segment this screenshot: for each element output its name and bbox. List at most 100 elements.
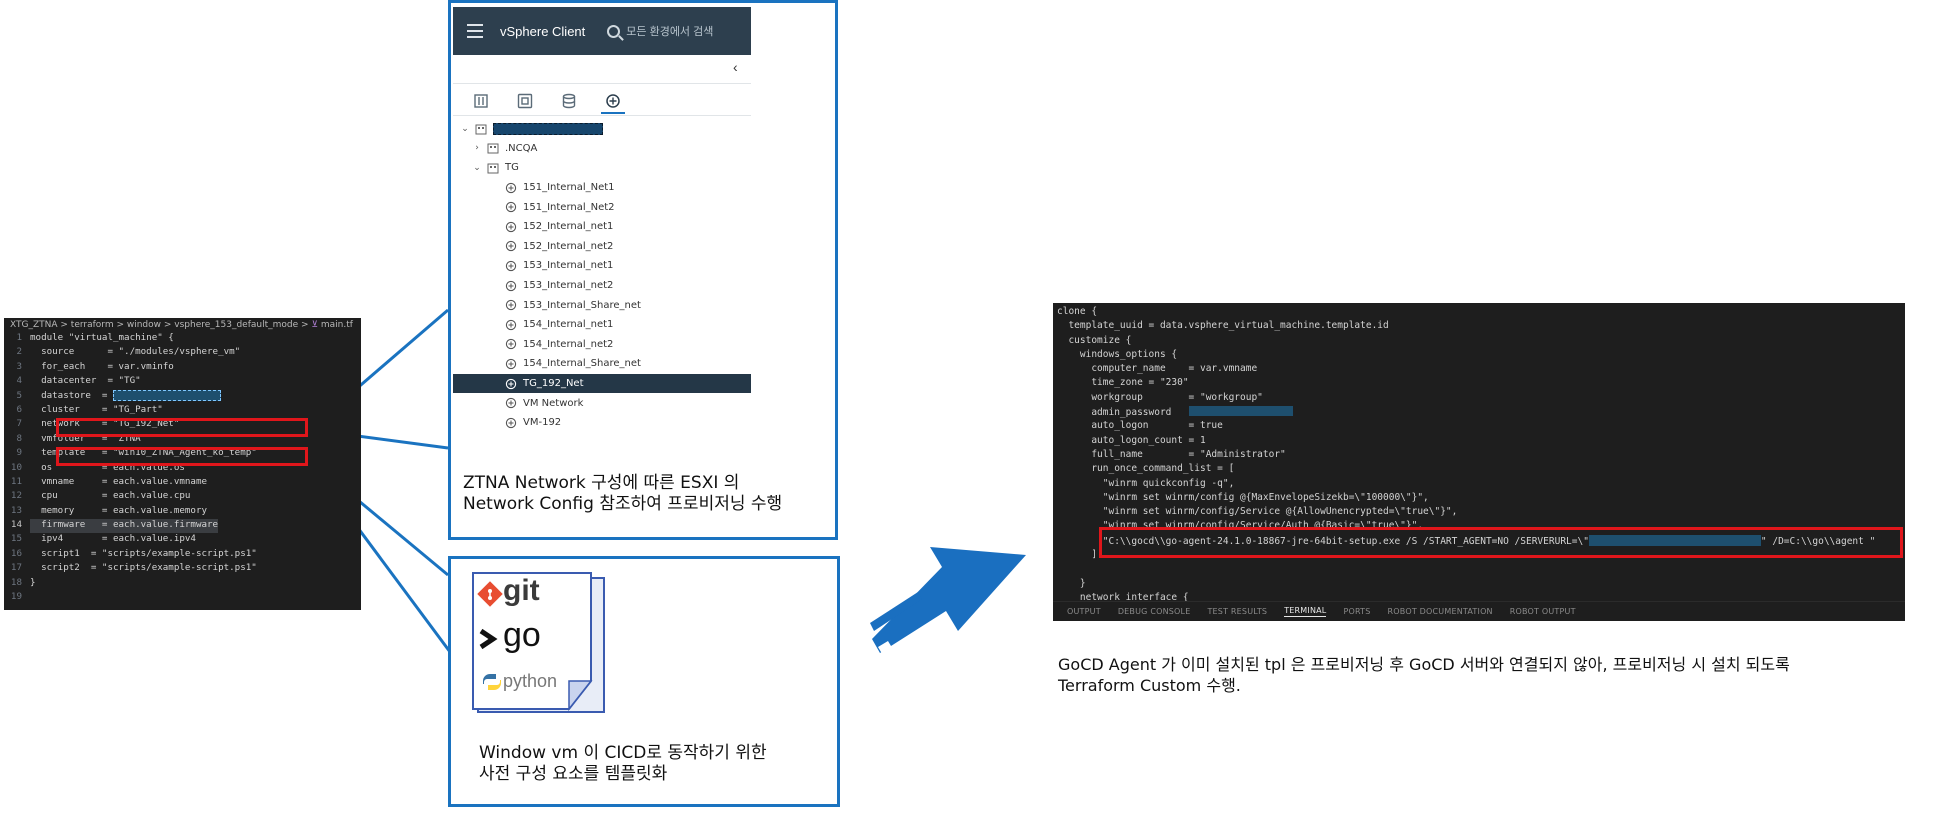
panel-tab-robot-output[interactable]: ROBOT OUTPUT	[1510, 607, 1576, 616]
tree-root-datacenter[interactable]: ⌄	[453, 119, 751, 139]
code-line[interactable]: 12 cpu = each.value.cpu	[4, 490, 361, 504]
network-icon	[505, 201, 517, 213]
vsphere-title: vSphere Client	[500, 23, 586, 39]
tree-item-label: 152_Internal_net1	[523, 221, 614, 233]
tab-hosts-clusters[interactable]	[459, 89, 503, 113]
code-line[interactable]: windows_options {	[1057, 349, 1875, 363]
tree-item-vm-network[interactable]: VM Network	[453, 393, 751, 413]
panel-tab-robot-documentation[interactable]: ROBOT DOCUMENTATION	[1388, 607, 1493, 616]
editor-code-lines[interactable]: 1 module "virtual_machine" {2 source = ".…	[4, 332, 361, 605]
folder-icon	[487, 142, 499, 154]
code-line[interactable]: 16 script1 = "scripts/example-script.ps1…	[4, 548, 361, 562]
code-line[interactable]: 11 vmname = each.value.vmname	[4, 476, 361, 490]
breadcrumb-path[interactable]: XTG_ZTNA > terraform > window > vsphere_…	[10, 320, 311, 330]
tree-item-151-internal-net2[interactable]: 151_Internal_Net2	[453, 197, 751, 217]
redacted-datacenter-name	[493, 122, 603, 135]
tab-vms-templates[interactable]	[503, 89, 547, 113]
tab-storage[interactable]	[547, 89, 591, 113]
tree-item-153-internal-net2[interactable]: 153_Internal_net2	[453, 276, 751, 296]
code-line[interactable]: run_once_command_list = [	[1057, 463, 1875, 477]
code-line[interactable]: computer_name = var.vmname	[1057, 363, 1875, 377]
code-line[interactable]: 9 template = "win10_ZTNA_Agent_ko_temp"	[4, 447, 361, 461]
code-line[interactable]: 3 for_each = var.vminfo	[4, 361, 361, 375]
expand-chevron-icon[interactable]: ⌄	[459, 124, 471, 134]
panel-tab-bar: OUTPUT DEBUG CONSOLE TEST RESULTS TERMINAL P…	[1053, 601, 1905, 621]
tree-item-label: 151_Internal_Net1	[523, 182, 615, 194]
network-icon	[505, 417, 517, 429]
code-line[interactable]: 18}	[4, 577, 361, 591]
line-text: datastore =	[30, 389, 113, 401]
code-line[interactable]: 4 datacenter = "TG"	[4, 375, 361, 389]
line-number: 16	[10, 547, 22, 559]
code-line[interactable]: 15 ipv4 = each.value.ipv4	[4, 533, 361, 547]
code-line[interactable]: 2 source = "./modules/vsphere_vm"	[4, 346, 361, 360]
code-line[interactable]: admin_password	[1057, 406, 1875, 420]
code-line[interactable]: 5 datastore =	[4, 389, 361, 404]
code-line[interactable]: 6 cluster = "TG_Part"	[4, 404, 361, 418]
line-text: auto_logon_count = 1	[1057, 434, 1206, 446]
hamburger-menu-icon[interactable]	[467, 24, 483, 38]
breadcrumb-file[interactable]: main.tf	[321, 320, 353, 330]
code-line[interactable]: 14 firmware = each.value.firmware	[4, 519, 361, 534]
line-text: memory = each.value.memory	[30, 504, 208, 516]
tree-item-151-internal-net1[interactable]: 151_Internal_Net1	[453, 178, 751, 198]
code-line[interactable]: template_uuid = data.vsphere_virtual_mac…	[1057, 320, 1875, 334]
line-number: 1	[16, 332, 22, 343]
code-line[interactable]: 8 vmfolder = "ZTNA"	[4, 433, 361, 447]
code-line[interactable]: }	[1057, 578, 1875, 592]
code-line[interactable]: time_zone = "230"	[1057, 377, 1875, 391]
collapse-panel-button[interactable]: ‹	[733, 59, 738, 75]
vsphere-search[interactable]: 모든 환경에서 검색	[607, 23, 713, 39]
tree-item-154-internal-net2[interactable]: 154_Internal_net2	[453, 335, 751, 355]
code-line[interactable]: clone {	[1057, 306, 1875, 320]
line-text: network = "TG_192_Net"	[30, 418, 180, 430]
code-line[interactable]: "winrm set winrm/config @{MaxEnvelopeSiz…	[1057, 492, 1875, 506]
code-line[interactable]: 10 os = each.value.os	[4, 462, 361, 476]
tree-item-154-internal-share-net[interactable]: 154_Internal_Share_net	[453, 354, 751, 374]
tree-item-tg[interactable]: ⌄ TG	[453, 158, 751, 178]
tree-item-154-internal-net1[interactable]: 154_Internal_net1	[453, 315, 751, 335]
line-number: 4	[16, 375, 22, 387]
line-text: cluster = "TG_Part"	[30, 403, 163, 415]
tree-item-152-internal-net2[interactable]: 152_Internal_net2	[453, 237, 751, 257]
line-text: cpu = each.value.cpu	[30, 490, 191, 502]
panel-tab-test-results[interactable]: TEST RESULTS	[1207, 607, 1267, 616]
tree-item--ncqa[interactable]: › .NCQA	[453, 139, 751, 159]
tree-item-tg-192-net[interactable]: TG_192_Net	[453, 373, 751, 394]
tree-item-153-internal-net1[interactable]: 153_Internal_net1	[453, 256, 751, 276]
code-line[interactable]: "winrm set winrm/config/Service @{AllowU…	[1057, 506, 1875, 520]
line-text: ]	[1057, 549, 1098, 561]
vsphere-caption-line1: ZTNA Network 구성에 따른 ESXI 의	[463, 473, 740, 493]
code-line[interactable]	[1057, 563, 1875, 577]
tree-item-vm-192[interactable]: VM-192	[453, 413, 751, 433]
code-line[interactable]: 1 module "virtual_machine" {	[4, 332, 361, 346]
code-line[interactable]: workgroup = "workgroup"	[1057, 392, 1875, 406]
expand-chevron-icon[interactable]: ⌄	[471, 163, 483, 173]
header-divider	[453, 83, 751, 84]
line-text: script1 = "scripts/example-script.ps1"	[30, 547, 257, 559]
panel-tab-debug-console[interactable]: DEBUG CONSOLE	[1118, 607, 1191, 616]
tree-item-152-internal-net1[interactable]: 152_Internal_net1	[453, 217, 751, 237]
code-line[interactable]: auto_logon = true	[1057, 420, 1875, 434]
code-line[interactable]: 7 network = "TG_192_Net"	[4, 418, 361, 432]
panel-tab-ports[interactable]: PORTS	[1343, 607, 1370, 616]
code-line[interactable]: full_name = "Administrator"	[1057, 449, 1875, 463]
vsphere-caption: ZTNA Network 구성에 따른 ESXI 의 Network Confi…	[463, 473, 782, 515]
code-line[interactable]: "winrm quickconfig -q",	[1057, 478, 1875, 492]
code-line[interactable]: 19	[4, 591, 361, 605]
panel-tab-output[interactable]: OUTPUT	[1067, 607, 1101, 616]
tree-item-label: 154_Internal_net1	[523, 319, 614, 331]
line-text: os = each.value.os	[30, 461, 185, 473]
line-text: "winrm set winrm/config/Service @{AllowU…	[1057, 506, 1458, 518]
code-line[interactable]: customize {	[1057, 335, 1875, 349]
expand-chevron-icon[interactable]: ›	[471, 143, 483, 153]
code-line[interactable]: auto_logon_count = 1	[1057, 435, 1875, 449]
code-line[interactable]: 17 script2 = "scripts/example-script.ps1…	[4, 562, 361, 576]
terraform-code-lines[interactable]: clone { template_uuid = data.vsphere_vir…	[1057, 306, 1875, 606]
code-line[interactable]: 13 memory = each.value.memory	[4, 505, 361, 519]
tree-item-label: TG	[505, 162, 519, 174]
panel-tab-terminal[interactable]: TERMINAL	[1284, 606, 1327, 617]
tree-item-153-internal-share-net[interactable]: 153_Internal_Share_net	[453, 295, 751, 315]
vsphere-caption-line2: Network Config 참조하여 프로비저닝 수행	[463, 494, 783, 514]
tab-networking[interactable]	[591, 89, 635, 114]
